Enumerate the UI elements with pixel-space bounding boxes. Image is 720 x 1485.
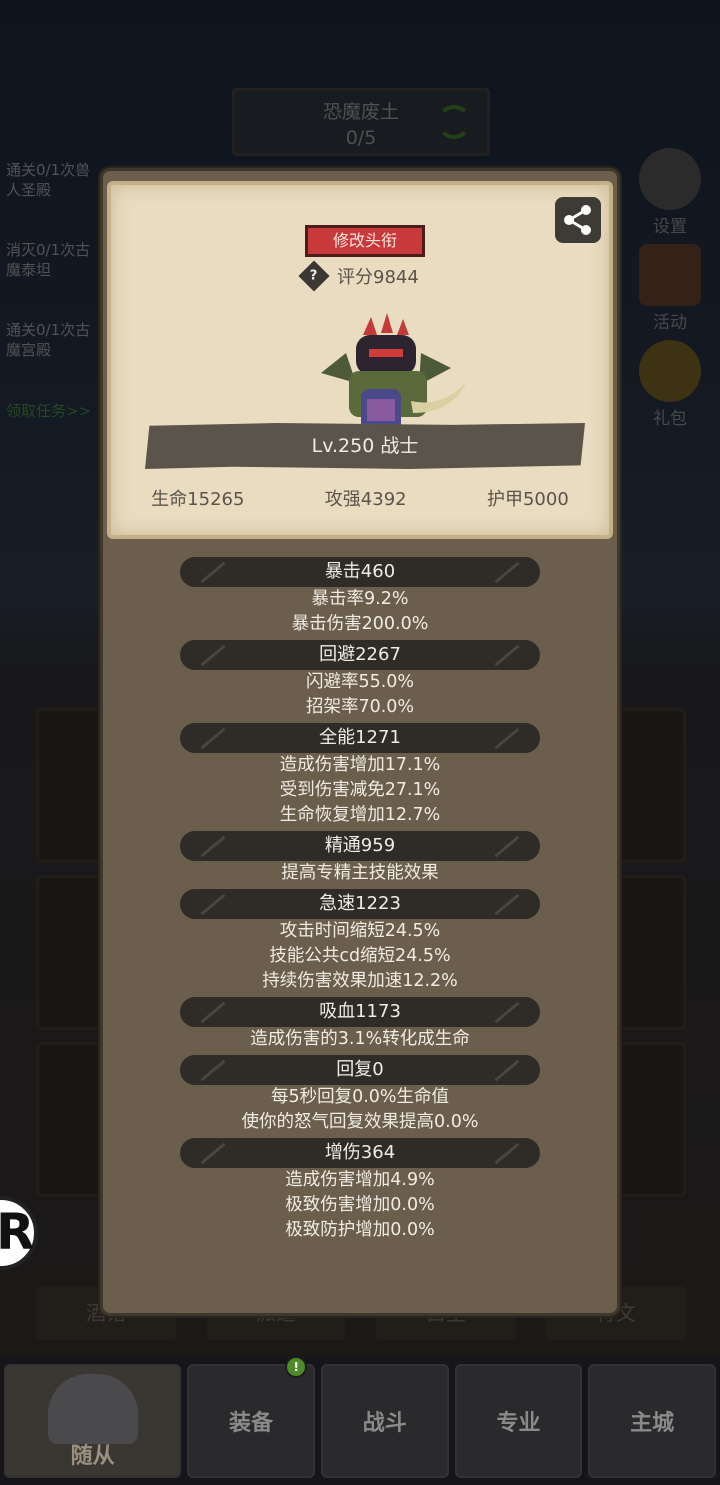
armor-stat: 护甲5000: [486, 489, 569, 510]
warrior-portrait: [321, 313, 466, 433]
attack-stat: 攻强4392: [324, 489, 407, 510]
stat-line: 暴击率9.2%: [311, 589, 409, 609]
notification-badge: !: [285, 1356, 308, 1378]
share-button[interactable]: [555, 197, 601, 243]
character-stats-modal: 修改头衔 ? 评分9844 Lv.250 战士 生命15265 攻强4392 护…: [100, 168, 620, 1316]
stat-header: 急速1223: [180, 889, 540, 919]
stat-header: 全能1271: [180, 723, 540, 753]
nav-followers[interactable]: 随从: [4, 1364, 182, 1478]
help-icon[interactable]: ?: [298, 260, 330, 292]
stat-header: 精通959: [180, 831, 540, 861]
stat-line: 造成伤害增加4.9%: [285, 1170, 435, 1190]
change-title-button[interactable]: 修改头衔: [305, 225, 425, 257]
stat-line: 暴击伤害200.0%: [291, 614, 429, 634]
stat-line: 极致伤害增加0.0%: [285, 1195, 435, 1215]
rating-score: 评分9844: [337, 267, 419, 288]
nav-main-city[interactable]: 主城: [588, 1364, 716, 1478]
stat-group-crit: 暴击460 暴击率9.2% 暴击伤害200.0%: [103, 557, 617, 637]
stat-line: 闪避率55.0%: [305, 672, 415, 692]
stat-group-avoidance: 回避2267 闪避率55.0% 招架率70.0%: [103, 640, 617, 720]
stat-line: 造成伤害增加17.1%: [279, 755, 441, 775]
stat-line: 造成伤害的3.1%转化成生命: [250, 1029, 470, 1049]
profile-card: 修改头衔 ? 评分9844 Lv.250 战士 生命15265 攻强4392 护…: [107, 181, 613, 539]
stat-group-damage-bonus: 增伤364 造成伤害增加4.9% 极致伤害增加0.0% 极致防护增加0.0%: [103, 1138, 617, 1243]
stat-line: 技能公共cd缩短24.5%: [269, 946, 451, 966]
level-class-banner: Lv.250 战士: [145, 423, 585, 469]
stat-line: 极致防护增加0.0%: [285, 1220, 435, 1240]
main-stats: 生命15265 攻强4392 护甲5000: [111, 485, 609, 511]
nav-label: 主城: [630, 1411, 675, 1436]
stat-group-mastery: 精通959 提高专精主技能效果: [103, 831, 617, 886]
stat-line: 受到伤害减免27.1%: [279, 780, 441, 800]
hp-stat: 生命15265: [151, 489, 245, 510]
rating-row: ? 评分9844: [298, 260, 419, 292]
share-icon: [564, 205, 591, 235]
nav-label: 装备: [229, 1411, 274, 1436]
nav-equipment[interactable]: ! 装备: [187, 1356, 315, 1478]
stat-line: 每5秒回复0.0%生命值: [270, 1087, 450, 1107]
nav-label: 战斗: [362, 1411, 407, 1436]
stat-line: 生命恢复增加12.7%: [279, 805, 441, 825]
stat-header: 暴击460: [180, 557, 540, 587]
nav-battle[interactable]: 战斗: [320, 1364, 449, 1478]
bottom-nav: 随从 ! 装备 战斗 专业 主城: [0, 1356, 720, 1485]
nav-profession[interactable]: 专业: [454, 1364, 583, 1478]
stat-line: 招架率70.0%: [305, 697, 415, 717]
stat-header: 回避2267: [180, 640, 540, 670]
stat-line: 提高专精主技能效果: [281, 863, 439, 883]
nav-label: 专业: [496, 1411, 541, 1436]
floating-r-badge[interactable]: R: [0, 1196, 38, 1270]
stat-line: 使你的怒气回复效果提高0.0%: [241, 1112, 479, 1132]
stat-header: 增伤364: [180, 1138, 540, 1168]
stat-line: 攻击时间缩短24.5%: [279, 921, 441, 941]
nav-label: 随从: [70, 1444, 115, 1469]
stat-group-versatility: 全能1271 造成伤害增加17.1% 受到伤害减免27.1% 生命恢复增加12.…: [103, 723, 617, 828]
stat-header: 回复0: [180, 1055, 540, 1085]
stat-group-haste: 急速1223 攻击时间缩短24.5% 技能公共cd缩短24.5% 持续伤害效果加…: [103, 889, 617, 994]
stat-group-leech: 吸血1173 造成伤害的3.1%转化成生命: [103, 997, 617, 1052]
helmet-icon: [47, 1374, 138, 1444]
stat-header: 吸血1173: [180, 997, 540, 1027]
stat-group-regen: 回复0 每5秒回复0.0%生命值 使你的怒气回复效果提高0.0%: [103, 1055, 617, 1135]
stat-line: 持续伤害效果加速12.2%: [262, 971, 458, 991]
stat-details: 暴击460 暴击率9.2% 暴击伤害200.0% 回避2267 闪避率55.0%…: [103, 557, 617, 1246]
